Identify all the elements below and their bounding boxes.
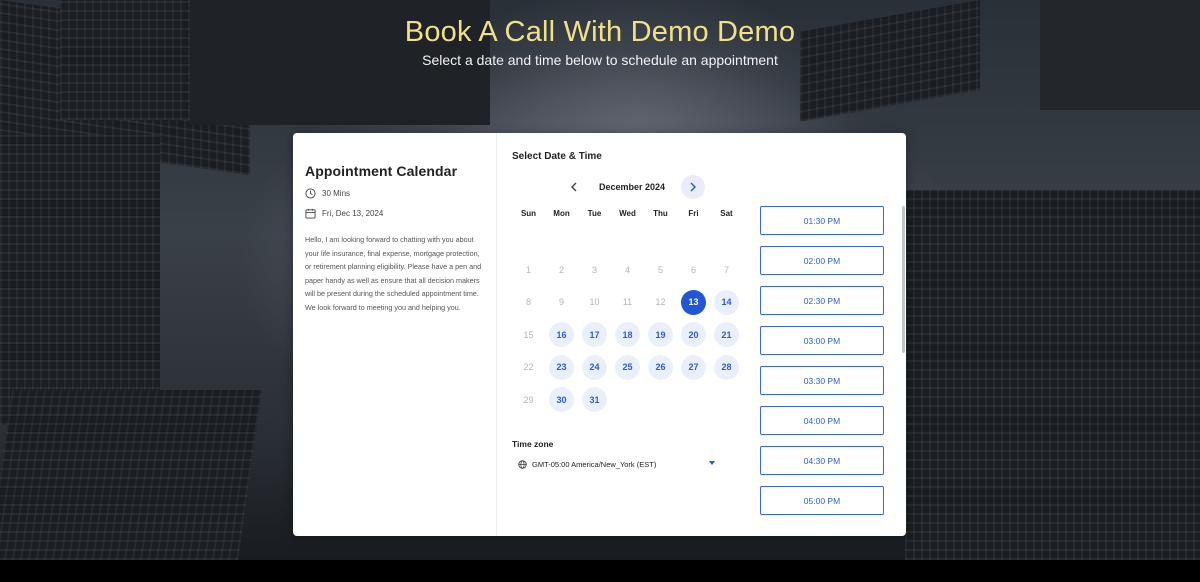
time-slot-list: 01:30 PM 02:00 PM 02:30 PM 03:00 PM 03:30 PM… xyxy=(760,206,884,526)
globe-icon xyxy=(518,459,527,469)
time-slot-button[interactable]: 04:00 PM xyxy=(760,406,884,435)
timezone-value: GMT-05:00 America/New_York (EST) xyxy=(532,459,657,469)
slots-scrollbar[interactable] xyxy=(902,206,906,516)
calendar-day-available[interactable]: 25 xyxy=(615,354,640,380)
page-subtitle: Select a date and time below to schedule… xyxy=(422,52,778,68)
weekday-label: Fri xyxy=(688,209,699,218)
timezone-label: Time zone xyxy=(512,439,554,449)
calendar-grid: Sun Mon Tue Wed Thu Fri Sat 1 2 3 4 5 6 7 8 9 10 1… xyxy=(512,209,743,416)
time-slot-button[interactable]: 03:00 PM xyxy=(760,326,884,355)
clock-icon xyxy=(305,188,316,199)
calendar-day-disabled: 15 xyxy=(523,329,534,340)
calendar-week-row xyxy=(512,221,743,254)
weekday-label: Thu xyxy=(653,209,668,218)
weekday-label: Tue xyxy=(587,209,602,218)
calendar-day-selected[interactable]: 13 xyxy=(681,289,706,315)
calendar-day-disabled: 29 xyxy=(523,394,534,405)
weekday-label: Mon xyxy=(553,209,570,218)
background-building xyxy=(0,390,262,560)
weekday-label: Wed xyxy=(619,209,636,218)
calendar-day-disabled: 22 xyxy=(523,362,534,373)
duration-text: 30 Mins xyxy=(322,189,351,198)
calendar-week-row: 1 2 3 4 5 6 7 xyxy=(512,254,743,287)
caret-down-icon xyxy=(709,461,715,465)
appointment-title: Appointment Calendar xyxy=(305,163,458,179)
calendar-day-available[interactable]: 31 xyxy=(582,387,607,413)
calendar-day-available[interactable]: 30 xyxy=(549,387,574,413)
calendar-day-available[interactable]: 17 xyxy=(582,322,607,348)
booking-card: Appointment Calendar 30 Mins Fri, Dec 13… xyxy=(293,133,906,536)
calendar-week-row: 15 16 17 18 19 20 21 xyxy=(512,319,743,352)
calendar-day-disabled: 5 xyxy=(657,264,663,275)
calendar-day-available[interactable]: 26 xyxy=(648,354,673,380)
calendar-icon xyxy=(305,208,316,219)
time-slot-button[interactable]: 05:00 PM xyxy=(760,486,884,515)
time-slot-button[interactable]: 03:30 PM xyxy=(760,366,884,395)
weekday-header: Sun Mon Tue Wed Thu Fri Sat xyxy=(512,209,743,221)
calendar-day-disabled: 10 xyxy=(589,297,600,308)
hero-header: Book A Call With Demo Demo Select a date… xyxy=(0,14,1200,69)
calendar-day-available[interactable]: 23 xyxy=(549,354,574,380)
month-navigation: December 2024 xyxy=(512,175,747,199)
weekday-label: Sun xyxy=(520,209,537,218)
calendar-day-available[interactable]: 24 xyxy=(582,354,607,380)
calendar-day-disabled: 9 xyxy=(558,297,564,308)
calendar-day-disabled: 11 xyxy=(622,297,633,308)
calendar-day-available[interactable]: 20 xyxy=(681,322,706,348)
time-slot-button[interactable]: 04:30 PM xyxy=(760,446,884,475)
footer-bar xyxy=(0,560,1200,582)
background-building xyxy=(905,190,1200,560)
date-row: Fri, Dec 13, 2024 xyxy=(305,208,484,219)
calendar-day-disabled: 3 xyxy=(591,264,597,275)
page-title: Book A Call With Demo Demo xyxy=(404,16,796,48)
next-month-button[interactable] xyxy=(681,175,705,199)
calendar-day-disabled: 7 xyxy=(723,264,729,275)
weekday-label: Sat xyxy=(720,209,733,218)
time-slot-button[interactable]: 01:30 PM xyxy=(760,206,884,235)
date-text: Fri, Dec 13, 2024 xyxy=(322,209,384,218)
calendar-day-available[interactable]: 27 xyxy=(681,354,706,380)
appointment-info-pane: Appointment Calendar 30 Mins Fri, Dec 13… xyxy=(293,133,497,536)
calendar-day-available[interactable]: 19 xyxy=(648,322,673,348)
calendar-day-available[interactable]: 21 xyxy=(714,322,739,348)
calendar-week-row: 8 9 10 11 12 13 14 xyxy=(512,286,743,319)
calendar-day-disabled: 4 xyxy=(624,264,630,275)
duration-row: 30 Mins xyxy=(305,188,484,199)
calendar-day-disabled: 2 xyxy=(558,264,564,275)
calendar-day-available[interactable]: 28 xyxy=(714,354,739,380)
time-slot-button[interactable]: 02:00 PM xyxy=(760,246,884,275)
calendar-week-row: 22 23 24 25 26 27 28 xyxy=(512,351,743,384)
calendar-day-disabled: 6 xyxy=(690,264,696,275)
section-title: Select Date & Time xyxy=(512,151,602,162)
calendar-weeks: 1 2 3 4 5 6 7 8 9 10 11 12 13 14 15 16 17 18 19 20 21 22 23 24 2… xyxy=(512,221,743,416)
calendar-day-available[interactable]: 16 xyxy=(549,322,574,348)
calendar-day-disabled: 8 xyxy=(525,297,531,308)
chevron-left-icon xyxy=(571,182,577,192)
date-time-pane: Select Date & Time December 2024 Sun Mon… xyxy=(498,133,906,536)
calendar-week-row: 29 30 31 xyxy=(512,384,743,417)
calendar-day-available[interactable]: 18 xyxy=(615,322,640,348)
scrollbar-thumb[interactable] xyxy=(902,206,905,353)
chevron-right-icon xyxy=(690,182,696,192)
month-label: December 2024 xyxy=(598,182,666,192)
calendar-day-disabled: 1 xyxy=(525,264,531,275)
background-building xyxy=(0,135,160,425)
calendar-day-disabled: 12 xyxy=(655,297,666,308)
timezone-select[interactable]: GMT-05:00 America/New_York (EST) xyxy=(518,455,715,473)
time-slot-button[interactable]: 02:30 PM xyxy=(760,286,884,315)
appointment-description: Hello, I am looking forward to chatting … xyxy=(305,235,482,312)
calendar-day-available[interactable]: 14 xyxy=(714,289,739,315)
